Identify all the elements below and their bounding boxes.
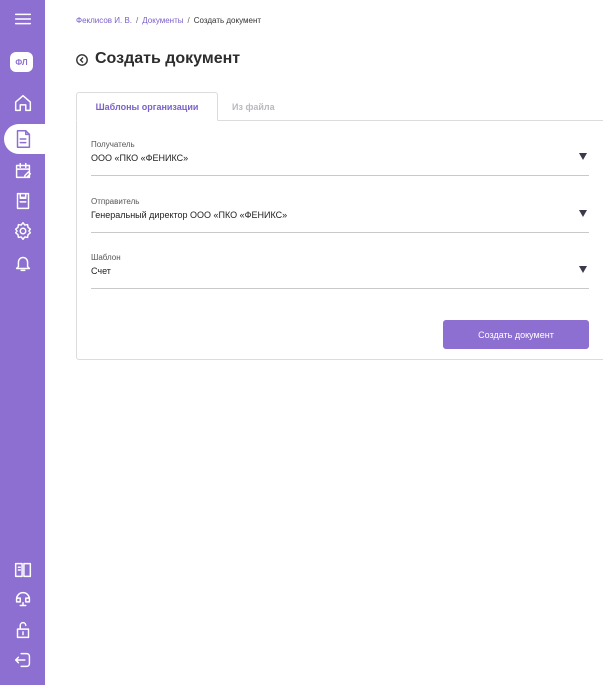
documents-icon[interactable] — [0, 124, 45, 154]
recipient-label: Получатель — [91, 140, 135, 149]
breadcrumb-documents[interactable]: Документы — [142, 16, 183, 25]
settings-icon[interactable] — [0, 216, 45, 246]
support-icon[interactable] — [0, 585, 45, 615]
breadcrumb-separator: / — [187, 16, 190, 25]
sender-select[interactable]: Отправитель Генеральный директор ООО «ПК… — [91, 197, 589, 233]
tabs: Шаблоны организации Из файла — [76, 92, 289, 121]
sender-label: Отправитель — [91, 197, 140, 206]
notifications-icon[interactable] — [0, 248, 45, 278]
home-icon[interactable] — [0, 88, 45, 118]
recipient-select[interactable]: Получатель ООО «ПКО «ФЕНИКС» — [91, 140, 589, 176]
breadcrumb-current: Создать документ — [193, 16, 262, 25]
template-select[interactable]: Шаблон Счет — [91, 253, 589, 289]
menu-icon[interactable] — [0, 4, 45, 34]
template-label: Шаблон — [91, 253, 121, 262]
breadcrumb-separator: / — [136, 16, 139, 25]
calendar-edit-icon[interactable] — [0, 156, 45, 186]
sidebar: ФЛ — [0, 0, 45, 685]
create-document-button[interactable]: Создать документ — [443, 320, 589, 349]
page-header: Создать документ — [76, 50, 240, 68]
dropdown-arrow-icon[interactable] — [579, 153, 587, 160]
page-title: Создать документ — [95, 50, 241, 67]
logout-icon[interactable] — [0, 645, 45, 675]
tab-from-file[interactable]: Из файла — [218, 92, 289, 121]
dropdown-arrow-icon[interactable] — [579, 266, 587, 273]
dropdown-arrow-icon[interactable] — [579, 210, 587, 217]
avatar[interactable]: ФЛ — [10, 52, 33, 72]
recipient-value: ООО «ПКО «ФЕНИКС» — [91, 153, 189, 163]
template-value: Счет — [91, 266, 111, 276]
reports-icon[interactable] — [0, 186, 45, 216]
breadcrumb: Феклисов И. В. / Документы / Создать докумен… — [76, 16, 261, 25]
book-icon[interactable] — [0, 555, 45, 585]
breadcrumb-user[interactable]: Феклисов И. В. — [76, 16, 132, 25]
back-arrow-icon[interactable] — [76, 53, 88, 66]
sender-value: Генеральный директор ООО «ПКО «ФЕНИКС» — [91, 210, 288, 220]
tab-organization-templates[interactable]: Шаблоны организации — [76, 92, 218, 121]
lock-icon[interactable] — [0, 615, 45, 645]
